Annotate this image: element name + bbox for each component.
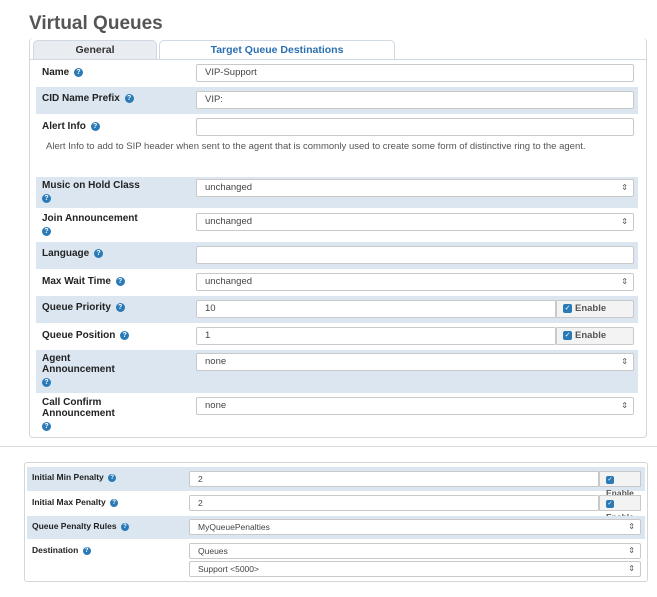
checkbox-checked-icon: ✓ <box>563 330 572 340</box>
destination-label: Destination ? <box>32 545 91 555</box>
agent-announcement-select[interactable]: none ⇕ <box>196 353 634 371</box>
row-max-wait: Max Wait Time ? unchanged ⇕ <box>36 270 638 295</box>
help-icon[interactable]: ? <box>42 227 51 236</box>
help-icon[interactable]: ? <box>124 93 134 103</box>
help-icon[interactable]: ? <box>74 67 84 77</box>
initial-max-penalty-input[interactable]: 2 <box>189 495 599 511</box>
queue-priority-enable-toggle[interactable]: ✓ Enable <box>556 300 634 318</box>
help-icon[interactable]: ? <box>110 498 119 507</box>
queue-priority-label: Queue Priority ? <box>42 302 125 313</box>
row-queue-position: Queue Position ? 1 ✓ Enable <box>36 324 638 349</box>
help-icon[interactable]: ? <box>94 248 104 258</box>
row-queue-priority: Queue Priority ? 10 ✓ Enable <box>36 296 638 323</box>
row-agent-announcement: Agent Announcement? none ⇕ <box>36 350 638 393</box>
agent-announcement-label: Agent Announcement? <box>42 353 115 387</box>
initial-min-penalty-label: Initial Min Penalty ? <box>32 472 117 482</box>
help-icon[interactable]: ? <box>42 378 51 387</box>
checkbox-checked-icon: ✓ <box>563 303 572 313</box>
row-join-announcement: Join Announcement? unchanged ⇕ <box>36 210 638 241</box>
help-icon[interactable]: ? <box>115 276 125 286</box>
destination-type-select[interactable]: Queues ⇕ <box>189 543 641 559</box>
row-destination: Destination ? Queues ⇕ Support <5000> ⇕ <box>27 540 645 578</box>
row-cid-prefix: CID Name Prefix ? VIP: <box>36 87 638 114</box>
queue-position-enable-toggle[interactable]: ✓ Enable <box>556 327 634 345</box>
help-icon[interactable]: ? <box>115 302 125 312</box>
row-queue-penalty-rules: Queue Penalty Rules ? MyQueuePenalties ⇕ <box>27 516 645 539</box>
max-wait-select[interactable]: unchanged ⇕ <box>196 273 634 291</box>
checkbox-checked-icon: ✓ <box>606 475 614 484</box>
select-caret-icon: ⇕ <box>621 401 628 410</box>
language-input[interactable] <box>196 246 634 264</box>
help-icon[interactable]: ? <box>90 121 100 131</box>
help-icon[interactable]: ? <box>120 522 129 531</box>
row-initial-max-penalty: Initial Max Penalty ? 2 ✓Enable <box>27 492 645 522</box>
call-confirm-label: Call Confirm Announcement? <box>42 397 115 431</box>
section-divider <box>0 446 657 447</box>
join-announcement-label: Join Announcement? <box>42 213 138 236</box>
alert-info-label: Alert Info ? <box>42 121 100 132</box>
row-initial-min-penalty: Initial Min Penalty ? 2 ✓Enable <box>27 467 645 498</box>
destination-target-select[interactable]: Support <5000> ⇕ <box>189 561 641 577</box>
queue-position-label: Queue Position ? <box>42 330 130 341</box>
queue-priority-input[interactable]: 10 <box>196 300 556 318</box>
cid-prefix-label: CID Name Prefix ? <box>42 93 134 104</box>
select-caret-icon: ⇕ <box>628 564 635 573</box>
select-caret-icon: ⇕ <box>621 357 628 366</box>
help-icon[interactable]: ? <box>108 473 117 482</box>
select-caret-icon: ⇕ <box>621 217 628 226</box>
queue-position-input[interactable]: 1 <box>196 327 556 345</box>
alert-info-help-text: Alert Info to add to SIP header when sen… <box>46 141 586 152</box>
language-label: Language ? <box>42 248 104 259</box>
select-caret-icon: ⇕ <box>621 183 628 192</box>
moh-class-label: Music on Hold Class? <box>42 180 140 203</box>
row-name: Name ? VIP-Support <box>36 61 638 86</box>
row-call-confirm: Call Confirm Announcement? none ⇕ <box>36 394 638 436</box>
call-confirm-select[interactable]: none ⇕ <box>196 397 634 415</box>
page-title: Virtual Queues <box>29 13 163 34</box>
row-alert-info: Alert Info ? <box>36 115 638 140</box>
moh-class-select[interactable]: unchanged ⇕ <box>196 179 634 197</box>
initial-max-penalty-label: Initial Max Penalty ? <box>32 497 119 507</box>
checkbox-checked-icon: ✓ <box>606 499 614 508</box>
help-icon[interactable]: ? <box>82 546 91 555</box>
select-caret-icon: ⇕ <box>621 277 628 286</box>
row-moh-class: Music on Hold Class? unchanged ⇕ <box>36 177 638 208</box>
initial-min-penalty-input[interactable]: 2 <box>189 471 599 487</box>
initial-max-penalty-enable-toggle[interactable]: ✓Enable <box>599 495 641 522</box>
select-caret-icon: ⇕ <box>628 546 635 555</box>
cid-prefix-input[interactable]: VIP: <box>196 91 634 109</box>
help-icon[interactable]: ? <box>42 194 51 203</box>
row-language: Language ? <box>36 242 638 269</box>
help-icon[interactable]: ? <box>42 422 51 431</box>
help-icon[interactable]: ? <box>120 330 130 340</box>
alert-info-input[interactable] <box>196 118 634 136</box>
select-caret-icon: ⇕ <box>628 522 635 531</box>
name-label: Name ? <box>42 67 84 78</box>
queue-penalty-rules-label: Queue Penalty Rules ? <box>32 521 129 531</box>
queue-penalty-rules-select[interactable]: MyQueuePenalties ⇕ <box>189 519 641 535</box>
initial-min-penalty-enable-toggle[interactable]: ✓Enable <box>599 471 641 498</box>
join-announcement-select[interactable]: unchanged ⇕ <box>196 213 634 231</box>
max-wait-label: Max Wait Time ? <box>42 276 125 287</box>
name-input[interactable]: VIP-Support <box>196 64 634 82</box>
